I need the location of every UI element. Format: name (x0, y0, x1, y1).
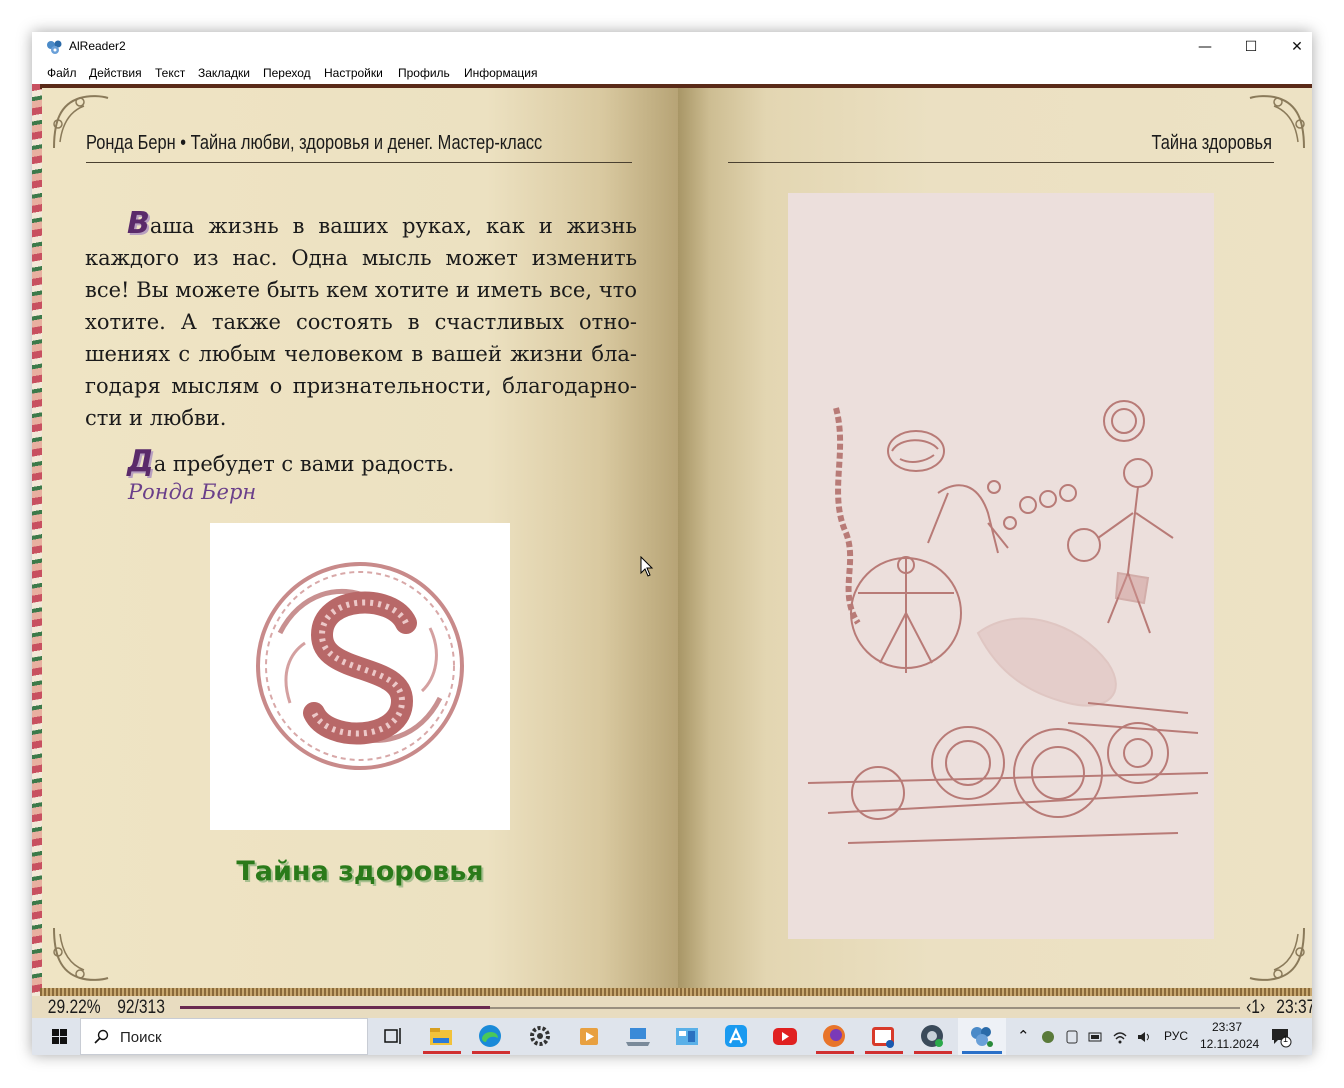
language-indicator[interactable]: РУС (1164, 1029, 1188, 1043)
app-store-icon[interactable] (716, 1022, 756, 1051)
search-placeholder: Поиск (120, 1029, 162, 1046)
running-indicator (423, 1051, 461, 1054)
menu-navigate[interactable]: Переход (263, 66, 311, 80)
news-app-icon[interactable] (863, 1022, 903, 1051)
header-separator: • (180, 132, 187, 154)
running-indicator (472, 1051, 510, 1054)
taskbar-search-box[interactable]: Поиск (80, 1018, 368, 1055)
paragraph-2-text: а пребудет с вами радость. (153, 452, 455, 476)
battery-icon[interactable] (1088, 1029, 1104, 1045)
header-rule (728, 162, 1274, 163)
health-sketch-icon (807, 400, 1209, 844)
minimize-button[interactable]: — (1182, 32, 1228, 62)
page-counter: 92/313 (117, 997, 165, 1018)
secret-emblem-icon (256, 562, 464, 770)
header-book-title: Тайна любви, здоровья и денег. Мастер-кл… (190, 132, 543, 154)
notification-center-icon[interactable] (1270, 1026, 1292, 1048)
close-icon: ✕ (1291, 39, 1303, 55)
taskbar-clock-date[interactable]: 12.11.2024 (1200, 1037, 1259, 1051)
drop-cap: В (127, 206, 150, 241)
wifi-icon[interactable] (1112, 1029, 1128, 1045)
notification-count: 1 (1283, 1034, 1289, 1044)
tray-device-icon[interactable] (1064, 1029, 1080, 1045)
menu-actions[interactable]: Действия (89, 66, 142, 80)
chapter-illustration (788, 193, 1214, 939)
tray-expand-icon[interactable]: ⌃ (1017, 1027, 1030, 1045)
alreader-app-icon (47, 40, 62, 54)
alreader-icon[interactable] (962, 1022, 1002, 1051)
running-indicator (914, 1051, 952, 1054)
menu-file[interactable]: Файл (47, 66, 77, 80)
progress-fill (180, 1006, 490, 1009)
media-player-icon[interactable] (569, 1022, 609, 1051)
right-page[interactable]: Тайна здоровья (678, 88, 1312, 988)
menu-info[interactable]: Информация (464, 66, 537, 80)
progress-percent: 29.22% (47, 997, 101, 1018)
title-bar[interactable]: AlReader2 — ☐ ✕ (32, 32, 1312, 62)
ornament-corner-icon (53, 927, 109, 981)
window-title: AlReader2 (69, 39, 126, 53)
running-indicator (865, 1051, 903, 1054)
reader-status-bar: 29.22% 92/313 ‹1› 23:37 (32, 996, 1312, 1018)
drop-cap: Д (127, 444, 154, 479)
laptop-app-icon[interactable] (618, 1022, 658, 1051)
maximize-button[interactable]: ☐ (1228, 32, 1274, 62)
paragraph-2: Да пребудет с вами радость. (127, 444, 454, 479)
ornament-corner-icon (1249, 927, 1305, 981)
left-page[interactable]: Ронда Берн • Тайна любви, здоровья и ден… (42, 88, 678, 988)
menu-bookmarks[interactable]: Закладки (198, 66, 250, 80)
menu-text[interactable]: Текст (155, 66, 185, 80)
firefox-icon[interactable] (814, 1022, 854, 1051)
menu-bar: Файл Действия Текст Закладки Переход Нас… (32, 62, 1312, 84)
signature: Ронда Берн (128, 480, 257, 504)
reader-view[interactable]: Ронда Берн • Тайна любви, здоровья и ден… (32, 84, 1312, 1004)
running-header-right: Тайна здоровья (1151, 132, 1272, 154)
minimize-icon: — (1198, 39, 1212, 55)
close-button[interactable]: ✕ (1274, 32, 1312, 62)
app-window: AlReader2 — ☐ ✕ Файл Действия Текст Закл… (32, 32, 1312, 1055)
settings-icon[interactable] (520, 1022, 560, 1051)
windows-start-icon[interactable] (40, 1024, 80, 1049)
header-rule (86, 162, 632, 163)
menu-profile[interactable]: Профиль (398, 66, 450, 80)
chapter-title: Тайна здоровья (236, 856, 484, 887)
paragraph-1: Ваша жизнь в ваших руках, как и жизнь ка… (85, 208, 637, 434)
maximize-icon: ☐ (1244, 39, 1258, 55)
running-indicator (816, 1051, 854, 1054)
header-author: Ронда Берн (86, 132, 176, 154)
task-view-icon[interactable] (372, 1022, 412, 1051)
emblem-image (210, 523, 510, 830)
windows-taskbar: Поиск ⌃ РУС 23:37 12.11.2024 1 (32, 1018, 1312, 1055)
edge-browser-icon[interactable] (470, 1022, 510, 1051)
browser-app-icon[interactable] (912, 1022, 952, 1051)
status-time: 23:37 (1276, 997, 1312, 1018)
file-explorer-icon[interactable] (421, 1022, 461, 1051)
running-header-left: Ронда Берн • Тайна любви, здоровья и ден… (86, 132, 542, 155)
taskbar-clock-time[interactable]: 23:37 (1212, 1020, 1242, 1034)
active-indicator (962, 1051, 1002, 1054)
tray-app-icon[interactable] (1040, 1029, 1056, 1045)
volume-icon[interactable] (1136, 1029, 1152, 1045)
search-icon (94, 1029, 109, 1044)
menu-settings[interactable]: Настройки (324, 66, 383, 80)
control-panel-icon[interactable] (667, 1022, 707, 1051)
page-marker: ‹1› (1246, 997, 1266, 1018)
youtube-icon[interactable] (765, 1022, 805, 1051)
mouse-cursor-icon (640, 556, 654, 577)
paragraph-1-text: аша жизнь в ваших руках, как и жизнь каж… (85, 214, 637, 430)
